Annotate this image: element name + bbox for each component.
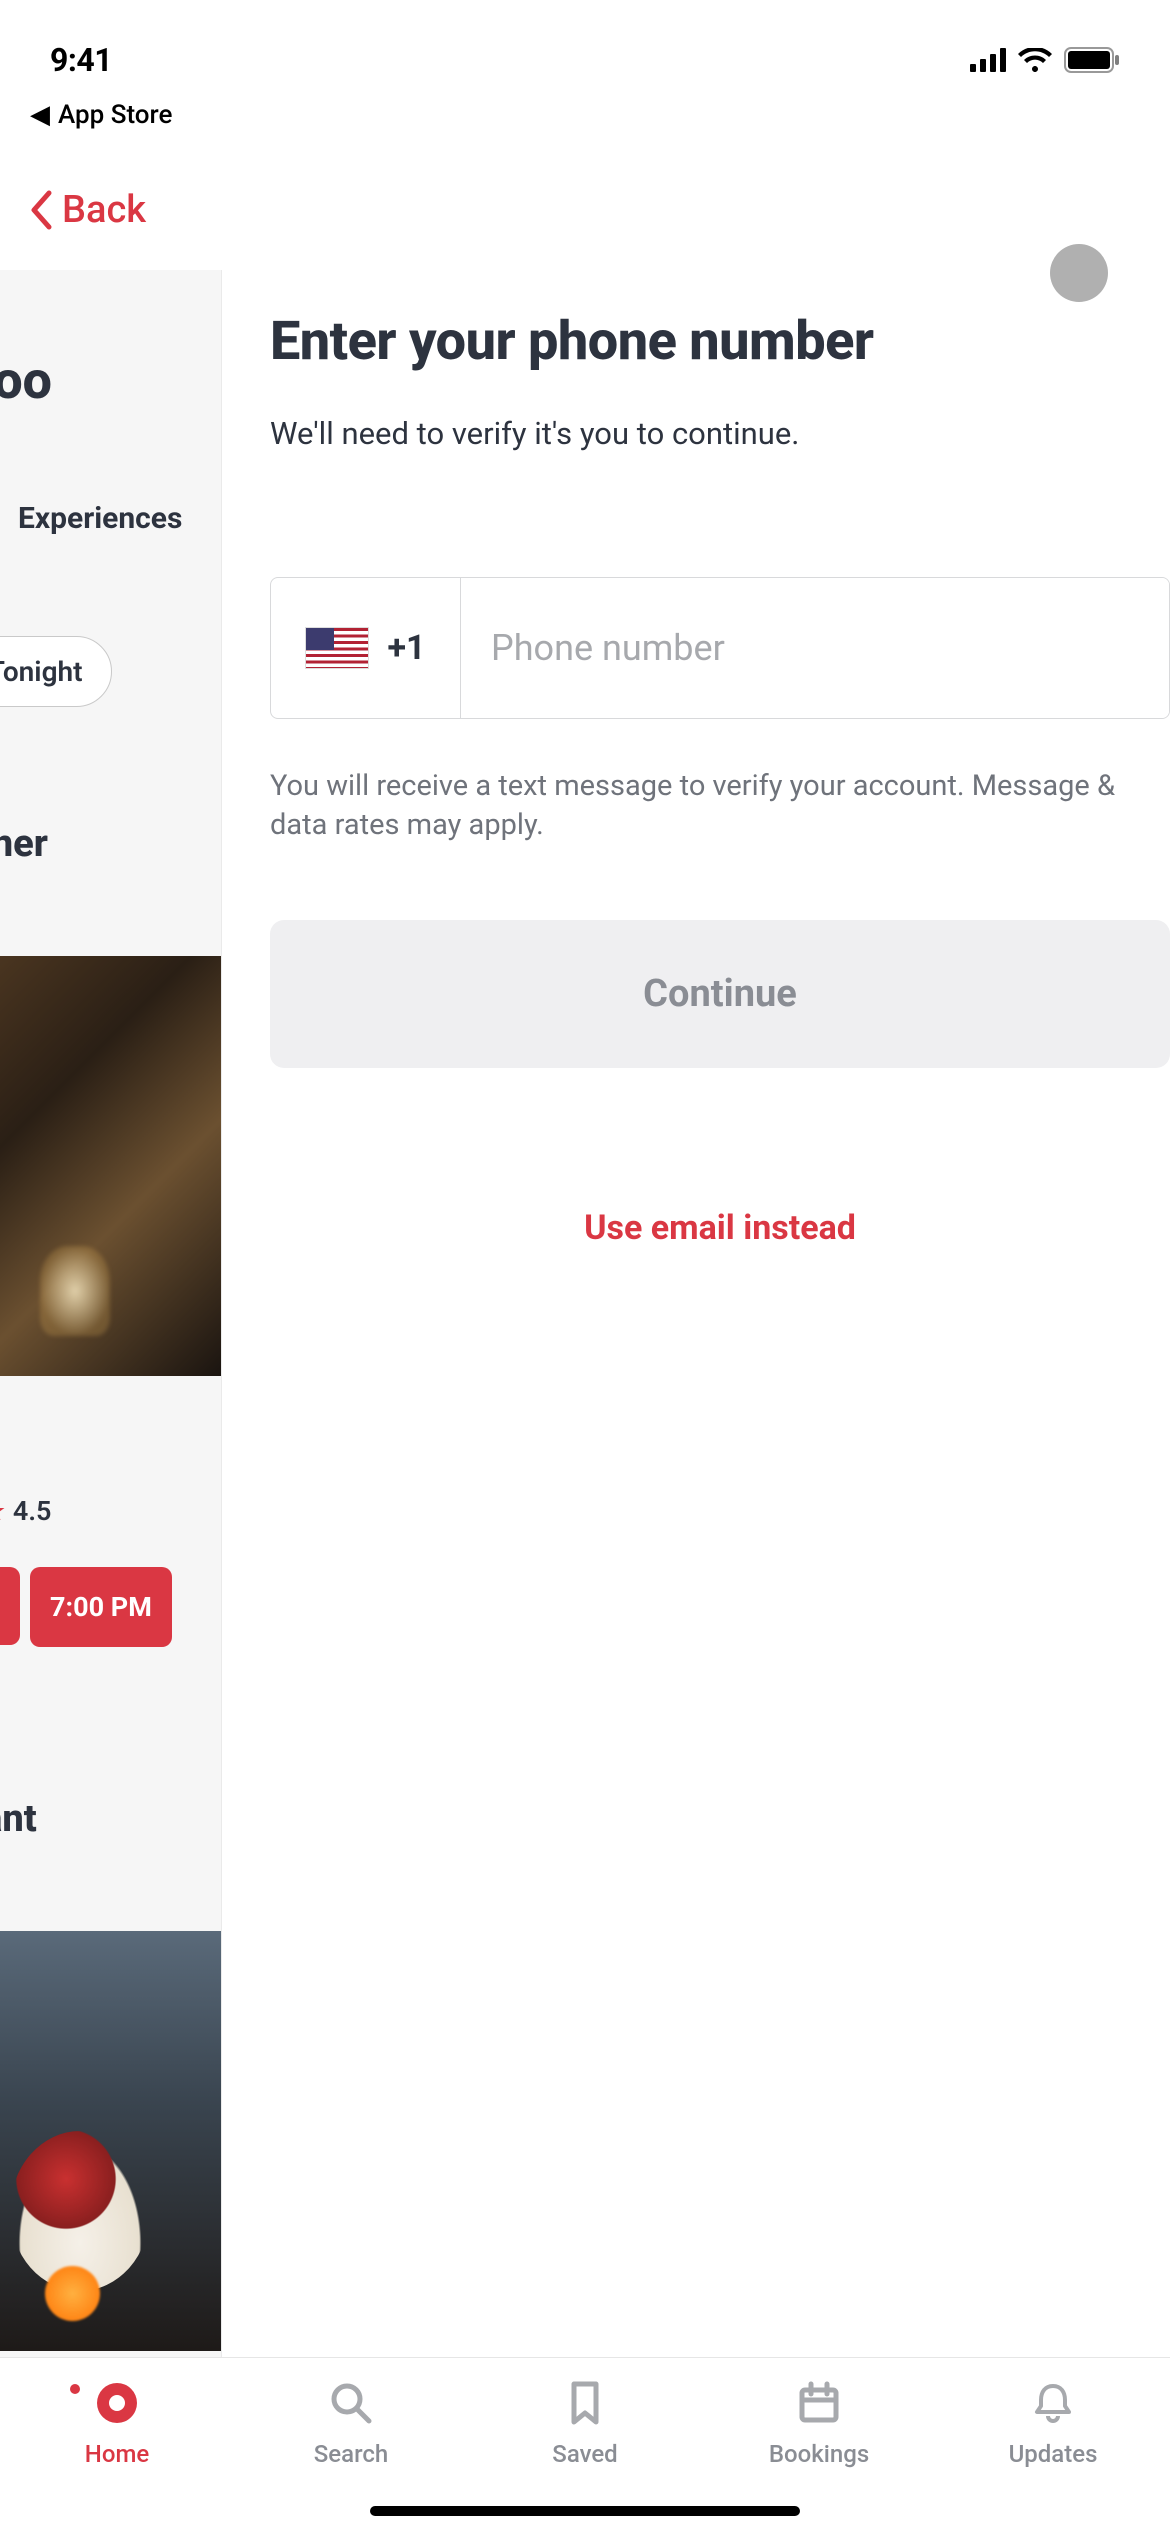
tab-home-label: Home — [85, 2440, 149, 2468]
tab-saved[interactable]: Saved — [468, 2380, 702, 2468]
close-button[interactable] — [1050, 244, 1108, 302]
wifi-icon — [1018, 48, 1052, 72]
status-icons — [970, 47, 1120, 73]
calendar-icon — [796, 2380, 842, 2426]
phone-input-row: +1 — [270, 577, 1170, 719]
back-button[interactable]: Back — [20, 180, 156, 240]
notification-dot-icon — [70, 2384, 80, 2394]
appstore-back-label: App Store — [58, 100, 172, 130]
continue-button[interactable]: Continue — [270, 920, 1170, 1068]
background-home-peek: fternoo Experiences PM Tonight for dinne… — [0, 270, 222, 2357]
tab-updates-label: Updates — [1009, 2440, 1098, 2468]
country-code-value: +1 — [387, 628, 425, 668]
tab-bookings-label: Bookings — [769, 2440, 869, 2468]
panel-title: Enter your phone number — [270, 310, 1170, 373]
tab-bookings[interactable]: Bookings — [702, 2380, 936, 2468]
bg-experiences-label: Experiences — [18, 411, 221, 536]
bg-section-restaurants: restaurant — [0, 1797, 221, 1841]
phone-number-input[interactable] — [461, 578, 1169, 718]
restaurant-meta: rican • ★ 4.5 — [0, 1495, 221, 1527]
star-icon: ★ — [0, 1495, 6, 1527]
back-label: Back — [62, 188, 146, 232]
tab-search-label: Search — [314, 2440, 388, 2468]
home-icon — [94, 2380, 140, 2426]
bookmark-icon — [562, 2380, 608, 2426]
sms-disclaimer: You will receive a text message to verif… — [270, 767, 1170, 845]
status-bar: 9:41 — [0, 0, 1170, 100]
home-indicator[interactable] — [370, 2506, 800, 2516]
bg-section-dinner: for dinner — [0, 822, 221, 866]
country-code-selector[interactable]: +1 — [271, 578, 461, 718]
bg-time-pill[interactable]: PM Tonight — [0, 636, 112, 707]
restaurant-name: Court — [0, 1431, 221, 1471]
tab-search[interactable]: Search — [234, 2380, 468, 2468]
phone-entry-panel: Enter your phone number We'll need to ve… — [222, 270, 1170, 2357]
restaurant-rating: 4.5 — [13, 1495, 52, 1527]
bell-icon — [1030, 2380, 1076, 2426]
tab-saved-label: Saved — [552, 2440, 617, 2468]
search-icon — [328, 2380, 374, 2426]
restaurant-image-2[interactable] — [0, 1931, 221, 2351]
us-flag-icon — [305, 627, 369, 669]
time-slot-chip-edge[interactable] — [0, 1567, 20, 1645]
tab-home[interactable]: Home — [0, 2380, 234, 2468]
panel-subtitle: We'll need to verify it's you to continu… — [270, 415, 1170, 452]
appstore-back-link[interactable]: ◀ App Store — [30, 100, 172, 130]
bg-greeting: fternoo — [0, 270, 221, 411]
caret-left-icon: ◀ — [30, 100, 50, 130]
restaurant-image[interactable] — [0, 956, 221, 1376]
battery-icon — [1064, 47, 1120, 73]
time-slot-chip[interactable]: 7:00 PM — [30, 1567, 172, 1647]
status-time: 9:41 — [50, 41, 112, 79]
cellular-icon — [970, 48, 1006, 72]
use-email-button[interactable]: Use email instead — [270, 1208, 1170, 1248]
tab-updates[interactable]: Updates — [936, 2380, 1170, 2468]
chevron-left-icon — [30, 190, 52, 230]
